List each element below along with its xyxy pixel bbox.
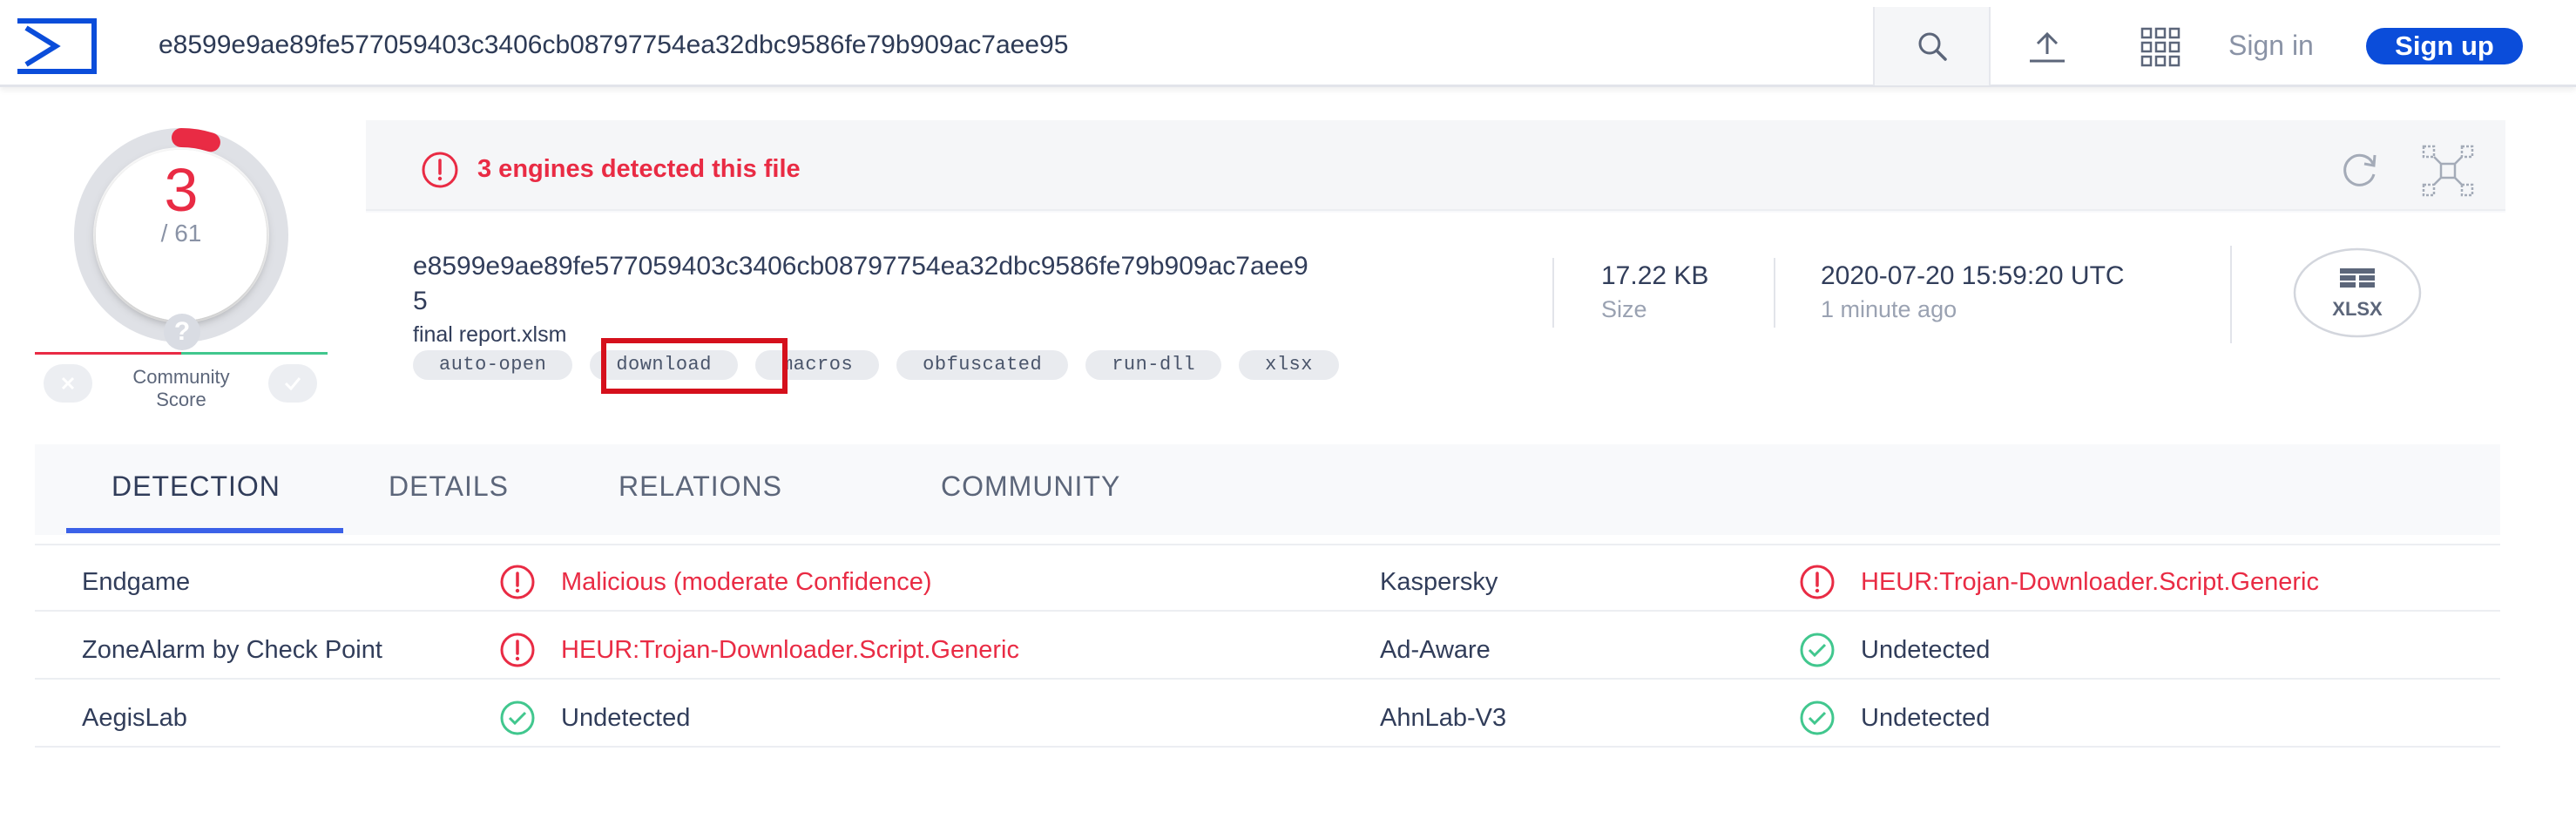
detection-result: Malicious (moderate Confidence) [561, 568, 932, 596]
check-circle-icon [1800, 633, 1835, 667]
upload-button[interactable] [2021, 21, 2073, 73]
close-icon [61, 376, 75, 390]
detection-result: HEUR:Trojan-Downloader.Script.Generic [561, 636, 1019, 664]
tag-obfuscated[interactable]: obfuscated [896, 350, 1069, 380]
sign-in-link[interactable]: Sign in [2228, 26, 2314, 64]
check-circle-icon [500, 701, 535, 735]
detection-alert-text: 3 engines detected this file [477, 155, 801, 183]
community-score-label: Community Score [103, 366, 260, 411]
community-score-bar [35, 352, 328, 355]
file-type-label: XLSX [2332, 298, 2383, 320]
file-hash-line2: 5 [413, 287, 428, 315]
community-score-unknown-icon: ? [164, 314, 200, 350]
file-size-label: Size [1601, 296, 1647, 322]
analysis-date-relative: 1 minute ago [1821, 296, 1957, 322]
search-icon [1918, 32, 1947, 61]
tag-xlsx[interactable]: xlsx [1239, 350, 1339, 380]
engine-name: Endgame [82, 568, 191, 596]
engine-total: / 61 [160, 220, 202, 247]
active-tab-indicator [66, 528, 343, 533]
engine-name: ZoneAlarm by Check Point [82, 636, 382, 664]
divider [2230, 246, 2232, 343]
engine-name: AhnLab-V3 [1380, 704, 1507, 732]
sign-up-button[interactable]: Sign up [2366, 28, 2523, 64]
tab-relations[interactable]: RELATIONS [619, 469, 782, 504]
alert-circle-icon [500, 633, 535, 667]
detection-result: Undetected [1861, 704, 1991, 732]
engine-name: Kaspersky [1380, 568, 1498, 596]
search-input[interactable] [159, 26, 1857, 64]
detection-row [35, 680, 2500, 748]
divider [1774, 258, 1775, 328]
divider [1552, 258, 1554, 328]
upload-icon [2030, 31, 2065, 63]
apps-grid-icon [2140, 27, 2180, 67]
tag-auto-open[interactable]: auto-open [413, 350, 573, 380]
check-icon [284, 377, 301, 391]
virustotal-logo[interactable] [14, 17, 98, 75]
engine-name: Ad-Aware [1380, 636, 1491, 664]
graph-icon[interactable] [2420, 143, 2476, 199]
analysis-date-value: 2020-07-20 15:59:20 UTC [1821, 261, 2125, 290]
search-button[interactable] [1873, 7, 1991, 85]
detection-count: 3 [164, 156, 199, 224]
tag-run-dll[interactable]: run-dll [1085, 350, 1222, 380]
community-label-line1: Community [132, 366, 230, 388]
vote-harmless-button[interactable] [268, 364, 317, 403]
file-hash[interactable]: e8599e9ae89fe577059403c3406cb08797754ea3… [413, 249, 1528, 319]
alert-circle-icon [422, 152, 458, 188]
file-hash-line1: e8599e9ae89fe577059403c3406cb08797754ea3… [413, 252, 1308, 281]
apps-button[interactable] [2134, 21, 2187, 73]
alert-circle-icon [1800, 565, 1835, 599]
detection-row [35, 612, 2500, 680]
alert-circle-icon [500, 565, 535, 599]
detection-result: HEUR:Trojan-Downloader.Script.Generic [1861, 568, 2319, 596]
file-tags: auto-open download macros obfuscated run… [413, 350, 1339, 382]
check-circle-icon [1800, 701, 1835, 735]
file-size-value: 17.22 KB [1601, 261, 1709, 290]
detection-result: Undetected [561, 704, 691, 732]
top-bar: Sign in Sign up [0, 0, 2576, 87]
engine-name: AegisLab [82, 704, 187, 732]
vote-harmful-button[interactable] [44, 364, 92, 403]
xlsx-file-icon: XLSX [2293, 247, 2422, 338]
tag-highlight-box [601, 338, 788, 394]
reanalyze-icon[interactable] [2335, 146, 2383, 195]
file-name: final report.xlsm [413, 322, 567, 347]
detection-result: Undetected [1861, 636, 1991, 664]
tab-details[interactable]: DETAILS [389, 469, 509, 504]
tab-community[interactable]: COMMUNITY [941, 469, 1120, 504]
tab-detection[interactable]: DETECTION [112, 469, 281, 504]
community-label-line2: Score [156, 389, 206, 410]
